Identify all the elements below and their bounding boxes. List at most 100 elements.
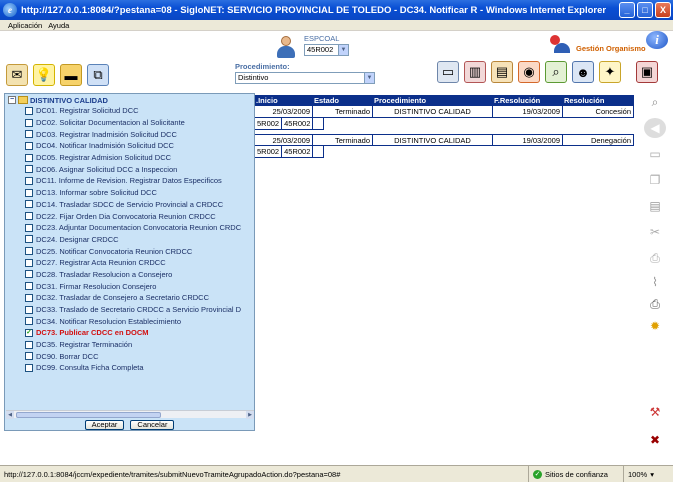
tree-item[interactable]: DC02. Solicitar Documentacion al Solicit… [6, 117, 254, 129]
tree-item[interactable]: DC06. Asignar Solicitud DCC a Inspeccion [6, 163, 254, 175]
tree-item[interactable]: DC35. Registrar Terminación [6, 339, 254, 351]
tree-item-checkbox[interactable] [25, 258, 33, 267]
tree-item-checkbox[interactable] [25, 212, 33, 221]
tree-item-checkbox[interactable] [25, 165, 33, 174]
table-row[interactable]: 25/03/2009 Terminado DISTINTIVO CALIDAD … [254, 134, 634, 146]
tree-item-checkbox[interactable] [25, 130, 33, 139]
save-icon[interactable]: ▤ [644, 196, 666, 216]
library-icon[interactable]: ▤ [491, 61, 513, 83]
tree-item-checkbox[interactable] [25, 293, 33, 302]
maximize-button[interactable]: □ [637, 2, 653, 18]
search-icon[interactable]: ⌕ [644, 92, 666, 112]
table-row[interactable]: 25/03/2009 Terminado DISTINTIVO CALIDAD … [254, 106, 634, 118]
tree-root[interactable]: − DISTINTIVO CALIDAD [6, 95, 254, 105]
tree-item-checkbox[interactable] [25, 118, 33, 127]
tree-item-checkbox[interactable] [25, 352, 33, 361]
tree-item-checkbox[interactable] [25, 270, 33, 279]
col-procedimiento[interactable]: Procedimiento [372, 96, 492, 105]
tree-item-checkbox[interactable] [25, 223, 33, 232]
tree-item-checkbox[interactable] [25, 247, 33, 256]
scroll-right-icon[interactable]: ▶ [246, 411, 254, 419]
printer-icon[interactable]: ⎙ [644, 294, 666, 314]
cut-icon[interactable]: ✂ [644, 222, 666, 242]
tree-scroll-area[interactable]: − DISTINTIVO CALIDAD DC01. Registrar Sol… [6, 95, 254, 408]
print-icon[interactable]: ⎙ [644, 248, 666, 268]
tree-item[interactable]: DC34. Notificar Resolucion Establecimien… [6, 315, 254, 327]
tree-item-checkbox[interactable] [25, 340, 33, 349]
exit-icon[interactable]: ✖ [644, 430, 666, 450]
firefox-icon[interactable]: ◉ [518, 61, 540, 83]
tree-item[interactable]: DC04. Notificar Inadmisión Solicitud DCC [6, 140, 254, 152]
idea-bulb-icon[interactable]: 💡 [33, 64, 55, 86]
tree-item[interactable]: DC25. Notificar Convocatoria Reunion CRD… [6, 245, 254, 257]
document-icon[interactable]: ▭ [644, 144, 666, 164]
tree-item-checkbox[interactable] [25, 176, 33, 185]
tree-item[interactable]: DC22. Fijar Orden Dia Convocatoria Reuni… [6, 210, 254, 222]
star-icon[interactable]: ✦ [599, 61, 621, 83]
window-titlebar[interactable]: e http://127.0.0.1:8084/?pestana=08 - Si… [0, 0, 673, 20]
horizontal-scrollbar[interactable]: ◀ ▶ [6, 410, 254, 419]
cancel-button[interactable]: Cancelar [130, 420, 175, 430]
tree-item[interactable]: DC24. Designar CRDCC [6, 234, 254, 246]
tree-item[interactable]: DC31. Firmar Resolucion Consejero [6, 280, 254, 292]
tree-item-checkbox[interactable] [25, 153, 33, 162]
menu-aplicacion[interactable]: Aplicación [8, 21, 42, 30]
tree-item[interactable]: DC90. Borrar DCC [6, 350, 254, 362]
folder-icon[interactable]: ▬ [60, 64, 82, 86]
procedimiento-select[interactable]: Distintivo ▼ [235, 72, 375, 84]
gear-icon[interactable]: ✹ [644, 316, 666, 336]
tree-item[interactable]: DC23. Adjuntar Documentacion Convocatori… [6, 222, 254, 234]
tree-item-checkbox[interactable] [25, 141, 33, 150]
gestion-organismo[interactable]: Gestión Organismo [548, 33, 646, 55]
tree-item-checkbox[interactable] [25, 282, 33, 291]
attach-icon[interactable]: ⌇ [644, 272, 666, 292]
tree-item[interactable]: ✓ DC73. Publicar CDCC en DOCM [6, 327, 254, 339]
scroll-left-icon[interactable]: ◀ [6, 411, 14, 419]
chevron-down-icon[interactable]: ▾ [650, 470, 654, 479]
tree-item[interactable]: DC33. Traslado de Secretario CRDCC a Ser… [6, 304, 254, 316]
close-button[interactable]: X [655, 2, 671, 18]
certificate-icon[interactable]: ✉ [6, 64, 28, 86]
magnifier-icon[interactable]: ⌕ [545, 61, 567, 83]
tools-icon[interactable]: ⚒ [644, 402, 666, 422]
col-resolucion[interactable]: Resolución [562, 96, 632, 105]
col-f-resolucion[interactable]: F.Resolución [492, 96, 562, 105]
tree-item[interactable]: DC32. Trasladar de Consejero a Secretari… [6, 292, 254, 304]
chevron-down-icon[interactable]: ▼ [338, 45, 348, 55]
col-inicio[interactable]: .Inicio [254, 96, 312, 105]
computer-icon[interactable]: ▭ [437, 61, 459, 83]
tree-item[interactable]: DC99. Consulta Ficha Completa [6, 362, 254, 374]
col-estado[interactable]: Estado [312, 96, 372, 105]
tree-item[interactable]: DC03. Registrar Inadmisión Solicitud DCC [6, 128, 254, 140]
tree-item[interactable]: DC05. Registrar Admision Solicitud DCC [6, 152, 254, 164]
info-icon[interactable]: i [646, 31, 668, 49]
book-icon[interactable]: ▣ [636, 61, 658, 83]
tree-item-checkbox[interactable] [25, 200, 33, 209]
tree-item-checkbox[interactable] [25, 305, 33, 314]
network-icon[interactable]: ⧉ [87, 64, 109, 86]
collapse-icon[interactable]: − [8, 96, 16, 104]
zoom-control[interactable]: 100% ▾ [623, 466, 673, 482]
tree-item[interactable]: DC01. Registrar Solicitud DCC [6, 105, 254, 117]
back-icon[interactable]: ◀ [644, 118, 666, 138]
minimize-button[interactable]: _ [619, 2, 635, 18]
tree-item[interactable]: DC13. Informar sobre Solicitud DCC [6, 187, 254, 199]
tree-item[interactable]: DC14. Trasladar SDCC de Servicio Provinc… [6, 199, 254, 211]
tree-item-checkbox[interactable]: ✓ [25, 328, 33, 337]
tree-item-checkbox[interactable] [25, 106, 33, 115]
espcoal-select[interactable]: 45R002 ▼ [304, 44, 349, 56]
copy-icon[interactable]: ❐ [644, 170, 666, 190]
menu-ayuda[interactable]: Ayuda [48, 21, 69, 30]
chevron-down-icon[interactable]: ▼ [364, 73, 374, 83]
tree-item[interactable]: DC11. Informe de Revision. Registrar Dat… [6, 175, 254, 187]
tree-item-checkbox[interactable] [25, 363, 33, 372]
tree-item[interactable]: DC28. Trasladar Resolucion a Consejero [6, 269, 254, 281]
books-icon[interactable]: ▥ [464, 61, 486, 83]
tree-item-checkbox[interactable] [25, 235, 33, 244]
accept-button[interactable]: Aceptar [84, 420, 125, 430]
tree-item-checkbox[interactable] [25, 188, 33, 197]
security-zone[interactable]: ✓ Sitios de confianza [528, 466, 623, 482]
tree-item-checkbox[interactable] [25, 317, 33, 326]
users-icon[interactable]: ☻ [572, 61, 594, 83]
tree-item[interactable]: DC27. Registrar Acta Reunion CRDCC [6, 257, 254, 269]
